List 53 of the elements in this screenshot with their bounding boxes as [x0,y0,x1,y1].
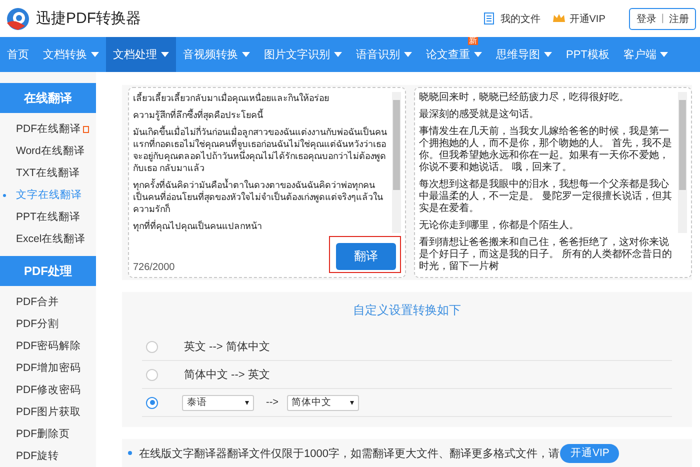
notice-text: 在线版文字翻译器翻译文件仅限于1000字，如需翻译更大文件、翻译更多格式文件，请 [139,446,560,460]
scrollbar[interactable] [678,92,687,233]
result-paragraph: 最深刻的感受就是这句话。 [419,109,540,121]
arrow-label: --> [266,397,278,408]
caret-icon [245,400,249,404]
result-paragraph: 每次想到这都是我眼中的泪水，我想每一个父亲都是我心中最温柔的人，不一定是。 曼陀罗一定很擅长说话，但其实是在爱着。 [419,179,673,215]
brand-name: 迅捷PDF转换器 [36,9,141,28]
source-paragraph: มันเกิดขึ้นเมื่อไม่กี่วันก่อนเมื่อลูกสาวของฉันแต่งงานกับพ่อฉันเป็นคนแรกที่กอดเธอไม่ใช่คุณคนที่จูบเธอก่อนฉันไม่ใช่คุณแต่ฉันหวังว่าเธอจะอยู่กับคุณตลอดไปถ้าวันหนึ่งคุณไม่ได้รักเธอคุณบอกว่าไม่ต้องพูดกับเธอ กลับมาแล้ว [133,126,388,174]
option-label: 英文 --> 简体中文 [184,340,270,354]
register-link[interactable]: 注册 [669,12,689,26]
sidebar-item[interactable]: PDF密码解除 [0,335,96,357]
source-paragraph: ทุกครั้งที่ฉันคิดว่ามันคือน้ำตาในดวงตาของฉันฉันคิดว่าพ่อทุกคนเป็นคนที่อ่อนโยนที่สุดของหัวใจไม่จำเป็นต้องเก่งพูดแต่จริงๆแล้วในความรักก็ [133,179,384,215]
settings-title: 自定义设置转换如下 [352,302,462,319]
sidebar-item[interactable]: PDF修改密码 [0,379,96,401]
sidebar-item[interactable]: PDF在线翻译 [0,118,96,140]
char-counter: 726/2000 [133,262,175,273]
source-paragraph: ทุกที่ที่คุณไปคุณเป็นคนแปลกหน้า [133,220,263,232]
separator: | [661,13,664,24]
option-label: 简体中文 --> 英文 [184,368,270,382]
result-paragraph: 无论你走到哪里，你都是个陌生人。 [419,220,580,232]
nav-tab[interactable]: 文档处理 [106,46,176,64]
new-badge: 新 [468,37,478,45]
source-text-panel[interactable] [128,87,406,278]
sidebar-heading: 在线翻译 [0,83,96,113]
source-language-select[interactable]: 泰语 [182,394,254,410]
sidebar-item[interactable]: PPT在线翻译 [0,206,96,228]
radio-button[interactable] [146,396,158,408]
source-paragraph: ความรู้สึกที่ลึกซึ้งที่สุดคือประโยคนี้ [133,109,264,121]
sidebar-item[interactable]: TXT在线翻译 [0,162,96,184]
sidebar-item[interactable]: Word在线翻译 [0,140,96,162]
scrollbar[interactable] [392,92,401,233]
radio-button[interactable] [146,340,158,352]
sidebar-item[interactable]: PDF合并 [0,291,96,313]
logo-icon[interactable] [6,6,30,30]
result-paragraph: 晓晓回来时，晓晓已经筋疲力尽，吃得很好吃。 [419,92,630,104]
bullet-icon [128,451,132,455]
result-paragraph: 事情发生在几天前，当我女儿嫁给爸爸的时候，我是第一个拥抱她的人，而不是你，那个吻她的人。 首先，我不是你。但我希望她永远和你在一起。如果有一天你不爱她，你说不要和她说话。 哦，回来了。 [419,126,673,174]
crown-icon [552,12,566,25]
target-language-select[interactable]: 简体中文 [286,394,358,410]
translate-button[interactable]: 翻译 [336,243,396,270]
radio-button[interactable] [146,368,158,380]
sidebar-heading: PDF处理 [0,256,96,286]
sidebar-item[interactable]: Excel在线翻译 [0,228,96,250]
sidebar-item[interactable]: PDF旋转 [0,445,96,467]
header-link[interactable]: 我的文件 [483,12,540,26]
caret-icon [350,400,354,404]
login-link[interactable]: 登录 [636,12,656,26]
sidebar-item[interactable]: PDF删除页 [0,423,96,445]
header-link[interactable]: 开通VIP [552,12,606,26]
result-paragraph: 看到猜想让爸爸搬来和自己住，爸爸拒绝了，这对你来说是个好日子，而这是我的日子。 所有的人类都怀念昔日的时光，留下一片树 [419,237,673,273]
sidebar-item[interactable]: PDF图片获取 [0,401,96,423]
sidebar-item[interactable]: PDF分割 [0,313,96,335]
sidebar-item[interactable]: PDF增加密码 [0,357,96,379]
